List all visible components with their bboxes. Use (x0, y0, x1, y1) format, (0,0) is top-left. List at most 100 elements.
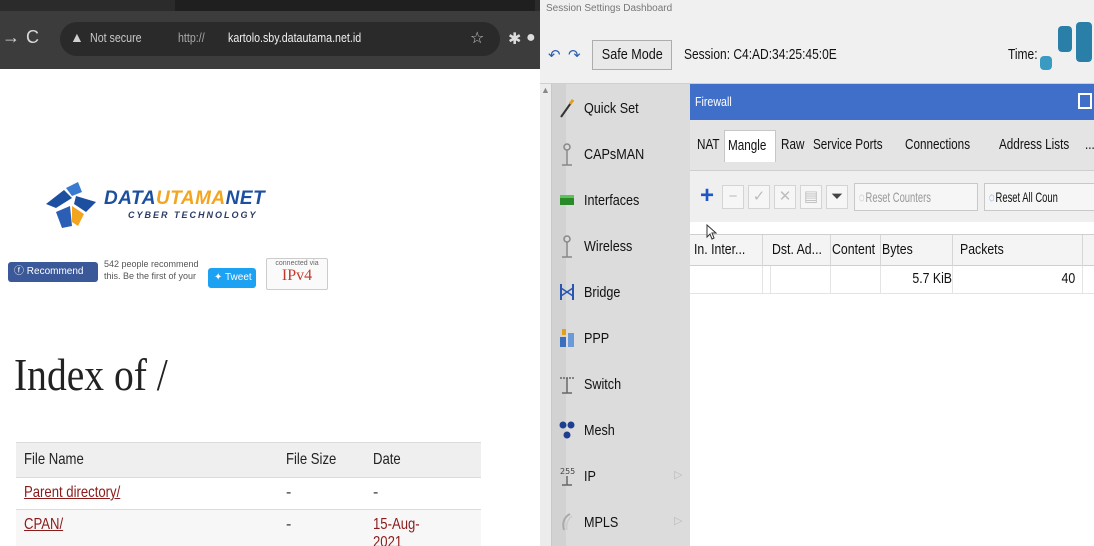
extension-icon[interactable]: ✱ (508, 29, 521, 49)
sidebar-item-capsman[interactable]: CAPsMAN (552, 134, 692, 180)
bytes-cell: 5.7 KiB (912, 270, 953, 287)
tab-connections[interactable]: Connections (902, 130, 991, 162)
session-label: Session: C4:AD:34:25:45:0E (684, 46, 837, 63)
disable-icon[interactable]: ✕ (774, 185, 796, 209)
tab-strip (0, 0, 540, 11)
sidebar-scroll-edge[interactable]: ▲ (540, 84, 552, 546)
scroll-up-icon[interactable]: ▲ (541, 85, 550, 95)
sidebar-item-mesh[interactable]: Mesh (552, 410, 692, 456)
column-header-date[interactable]: Date (365, 442, 481, 478)
comment-icon[interactable]: ▤ (800, 185, 822, 209)
winbox-sidebar: ▲ Quick Set CAPsMAN Interfaces Wireless … (540, 84, 690, 546)
firewall-titlebar[interactable]: Firewall (690, 84, 1094, 120)
filter-icon[interactable]: ⏷ (826, 185, 848, 209)
mikrotik-logo-part-icon (1076, 22, 1092, 62)
file-size-cell: - (278, 509, 365, 546)
sidebar-item-bridge[interactable]: Bridge (552, 272, 692, 318)
sidebar-item-mpls[interactable]: MPLS ▷ (552, 502, 692, 546)
firewall-window: Firewall NAT Mangle Raw Service Ports Co… (690, 84, 1094, 546)
tab-service-ports[interactable]: Service Ports (810, 130, 905, 162)
tab-mangle[interactable]: Mangle (724, 130, 776, 162)
profile-icon[interactable]: ● (526, 29, 536, 47)
bridge-icon (558, 281, 576, 303)
bookmark-star-icon[interactable]: ☆ (470, 28, 484, 48)
column-header-dst-address[interactable]: Dst. Ad... (772, 241, 822, 258)
winbox-menubar[interactable]: Session Settings Dashboard (540, 0, 1094, 22)
sidebar-item-interfaces[interactable]: Interfaces (552, 180, 692, 226)
cpan-link[interactable]: CPAN/ (24, 516, 63, 534)
connected-via-label: connected via (275, 260, 319, 267)
redo-icon[interactable]: ↷ (568, 46, 581, 64)
table-row[interactable]: 5.7 KiB 40 (690, 266, 1094, 294)
sidebar-item-ip[interactable]: 255 IP ▷ (552, 456, 692, 502)
url-host[interactable]: kartolo.sby.datautama.net.id (228, 30, 361, 45)
sidebar-item-ppp[interactable]: PPP (552, 318, 692, 364)
table-row: CPAN/ - 15-Aug-2021 01:06 (16, 509, 481, 546)
column-header-packets[interactable]: Packets (960, 241, 1004, 258)
reset-all-icon: ◌ (989, 189, 995, 205)
url-scheme[interactable]: http:// (178, 30, 205, 45)
ppp-icon (558, 327, 576, 349)
twitter-icon: ✦ (214, 272, 225, 283)
packets-cell: 40 (1061, 270, 1076, 287)
tab-address-lists[interactable]: Address Lists (996, 130, 1092, 162)
sidebar-item-wireless[interactable]: Wireless (552, 226, 692, 272)
mesh-icon (558, 419, 576, 441)
winbox-window: Session Settings Dashboard ↶ ↷ Safe Mode… (540, 0, 1094, 546)
svg-text:255: 255 (560, 467, 575, 476)
mouse-pointer-icon (706, 224, 718, 240)
mangle-rules-table: In. Inter... Dst. Ad... Content Bytes Pa… (690, 222, 1094, 546)
column-header-in-interface[interactable]: In. Inter... (694, 241, 745, 258)
sidebar-item-switch[interactable]: Switch (552, 364, 692, 410)
wand-icon (558, 97, 576, 119)
column-header-bytes[interactable]: Bytes (882, 241, 913, 258)
not-secure-label[interactable]: Not secure (90, 30, 142, 45)
add-icon[interactable]: + (696, 184, 718, 209)
antenna-icon (558, 235, 576, 258)
mikrotik-logo-dot-icon (1040, 56, 1052, 70)
forward-icon[interactable]: → (2, 27, 20, 48)
date-cell: 15-Aug-2021 01:06 (365, 509, 481, 546)
table-header-row: File Name File Size Date (16, 442, 481, 478)
winbox-toolbar: ↶ ↷ Safe Mode Session: C4:AD:34:25:45:0E… (540, 22, 1094, 84)
facebook-icon: ⓕ (14, 266, 27, 277)
active-tab[interactable] (175, 0, 535, 11)
tweet-button[interactable]: ✦ Tweet (208, 268, 256, 288)
logo-tagline: CYBER TECHNOLOGY (128, 210, 258, 220)
enable-icon[interactable]: ✓ (748, 185, 770, 209)
logo-mark-icon (46, 182, 96, 228)
table-row: Parent directory/ - - (16, 477, 481, 510)
safe-mode-button[interactable]: Safe Mode (592, 40, 672, 70)
sidebar-item-quick-set[interactable]: Quick Set (552, 88, 692, 134)
reset-counters-button[interactable]: ◌ Reset Counters (854, 183, 978, 211)
address-bar[interactable]: ▲ Not secure http:// kartolo.sby.datauta… (60, 22, 500, 56)
reload-icon[interactable]: C (26, 27, 39, 48)
tab-more[interactable]: ... (1082, 130, 1094, 162)
submenu-arrow-icon: ▷ (674, 515, 683, 527)
ip-version-value: IPv4 (281, 267, 313, 284)
ip-version-badge: connected via IPv4 (266, 258, 328, 290)
firewall-toolbar: + − ✓ ✕ ▤ ⏷ ◌ Reset Counters ◌ Reset All… (690, 170, 1094, 222)
switch-icon (558, 373, 576, 395)
remove-icon[interactable]: − (722, 185, 744, 209)
column-header-content[interactable]: Content (832, 241, 875, 258)
parent-directory-link[interactable]: Parent directory/ (24, 484, 120, 502)
column-header-file-name[interactable]: File Name (16, 442, 278, 478)
column-header-file-size[interactable]: File Size (278, 442, 365, 478)
recommend-button[interactable]: ⓕ Recommend (8, 262, 98, 282)
reset-all-counters-button[interactable]: ◌ Reset All Coun (984, 183, 1094, 211)
mikrotik-logo-icon (1058, 26, 1072, 52)
recommend-count-text: 542 people recommend this. Be the first … (104, 259, 199, 281)
warning-icon[interactable]: ▲ (70, 29, 84, 45)
interfaces-icon (558, 189, 576, 211)
reset-icon: ◌ (859, 189, 865, 205)
tab-raw[interactable]: Raw (778, 130, 814, 162)
file-size-cell: - (278, 477, 365, 510)
undo-icon[interactable]: ↶ (548, 46, 561, 64)
browser-toolbar: → C ▲ Not secure http:// kartolo.sby.dat… (0, 11, 540, 69)
logo-name: DATAUTAMANET (104, 188, 266, 209)
antenna-icon (558, 143, 576, 166)
maximize-icon[interactable] (1078, 93, 1092, 109)
date-cell: - (365, 477, 481, 510)
firewall-title: Firewall (695, 94, 732, 109)
